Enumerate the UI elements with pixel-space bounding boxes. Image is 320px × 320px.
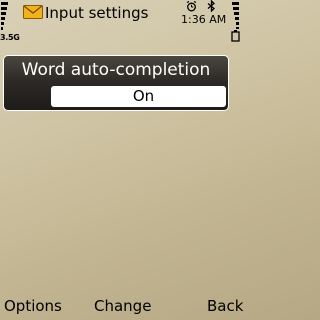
signal-strength-icon bbox=[1, 2, 8, 30]
alarm-icon bbox=[186, 1, 197, 12]
setting-item-word-auto-completion[interactable]: Word auto-completion On bbox=[3, 55, 229, 111]
change-softkey[interactable]: Change bbox=[94, 297, 151, 315]
screen-title: Input settings bbox=[45, 4, 149, 22]
envelope-icon bbox=[23, 5, 43, 19]
bluetooth-icon bbox=[207, 0, 215, 12]
status-bar: 3.5G Input settings 1:36 AM bbox=[0, 0, 240, 44]
clock: 1:36 AM bbox=[181, 13, 227, 26]
back-softkey[interactable]: Back bbox=[207, 297, 243, 315]
setting-value-field[interactable]: On bbox=[51, 86, 226, 107]
signal-indicator: 3.5G bbox=[0, 0, 20, 44]
setting-label: Word auto-completion bbox=[21, 60, 211, 80]
battery-icon bbox=[231, 2, 240, 42]
battery-indicator bbox=[224, 0, 240, 44]
network-type-label: 3.5G bbox=[0, 33, 20, 42]
options-softkey[interactable]: Options bbox=[4, 297, 62, 315]
